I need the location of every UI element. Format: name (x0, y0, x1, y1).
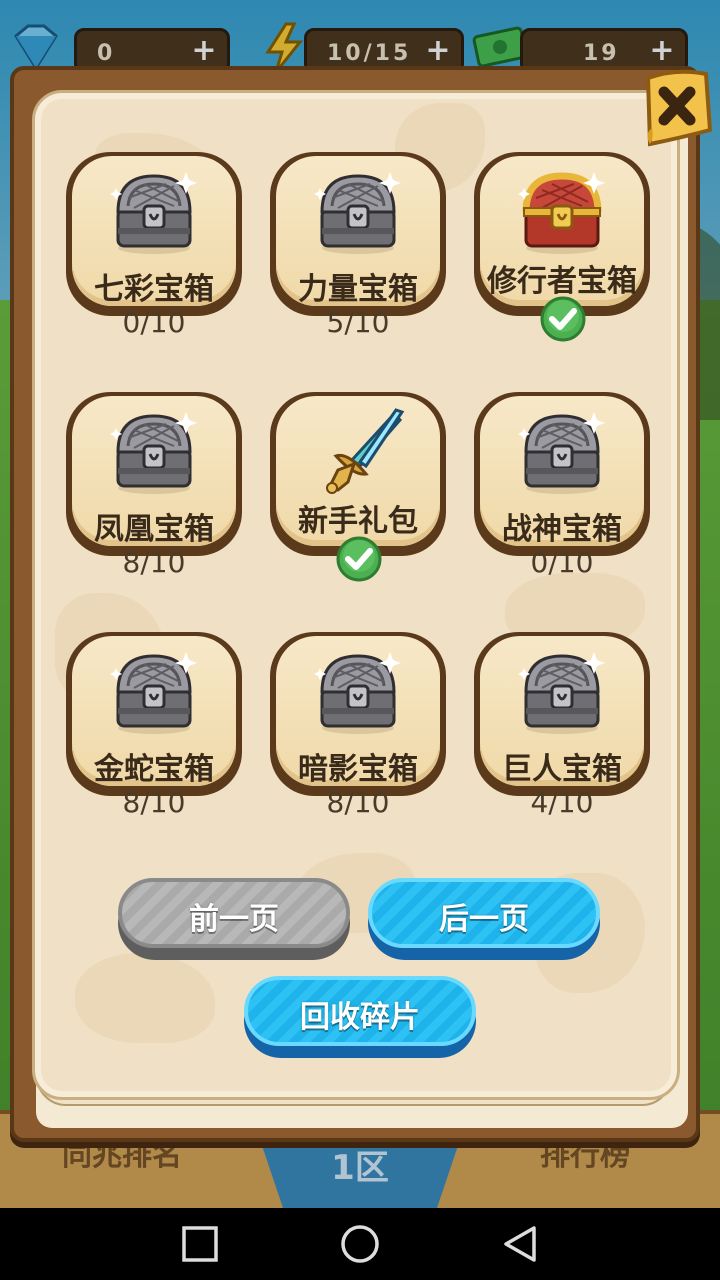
silver-chest-icon (308, 646, 408, 736)
silver-chest-icon (104, 166, 204, 256)
chest-tile[interactable]: 暗影宝箱 8/10 (270, 632, 446, 819)
chest-name: 暗影宝箱 (298, 752, 418, 787)
silver-chest-icon (104, 646, 204, 736)
chest-name: 凤凰宝箱 (94, 512, 214, 547)
chest-name: 战神宝箱 (502, 512, 622, 547)
chest-tile[interactable]: 七彩宝箱 0/10 (66, 152, 242, 339)
chest-progress: 0/10 (122, 306, 186, 339)
next-page-button[interactable]: 后一页 (368, 878, 600, 960)
chest-tile[interactable]: 力量宝箱 5/10 (270, 152, 446, 339)
chest-progress: 4/10 (530, 786, 594, 819)
claimed-check-icon (540, 296, 586, 342)
claimed-check-icon (336, 536, 382, 582)
close-button[interactable] (640, 68, 714, 148)
silver-chest-icon (308, 166, 408, 256)
chest-tile[interactable]: 战神宝箱 0/10 (474, 392, 650, 579)
chest-name: 巨人宝箱 (502, 752, 622, 787)
chest-name: 修行者宝箱 (487, 264, 637, 299)
chest-tile[interactable]: 凤凰宝箱 8/10 (66, 392, 242, 579)
parchment-stain (75, 953, 215, 1043)
home-icon[interactable] (340, 1224, 380, 1264)
silver-chest-icon (104, 406, 204, 496)
silver-chest-icon (512, 646, 612, 736)
prev-page-button[interactable]: 前一页 (118, 878, 350, 960)
chest-tile[interactable]: 金蛇宝箱 8/10 (66, 632, 242, 819)
back-icon[interactable] (500, 1224, 540, 1264)
recycle-fragments-button[interactable]: 回收碎片 (244, 976, 476, 1058)
chest-name: 力量宝箱 (298, 272, 418, 307)
prev-page-label: 前一页 (189, 902, 279, 937)
chest-progress: 8/10 (122, 786, 186, 819)
chest-tile[interactable]: 巨人宝箱 4/10 (474, 632, 650, 819)
chest-name: 七彩宝箱 (94, 272, 214, 307)
chest-name: 金蛇宝箱 (94, 752, 214, 787)
chest-tile[interactable]: 新手礼包 (270, 392, 446, 582)
silver-chest-icon (512, 406, 612, 496)
chest-tile[interactable]: 修行者宝箱 (474, 152, 650, 342)
chest-progress: 0/10 (530, 546, 594, 579)
recycle-fragments-label: 回收碎片 (300, 1000, 420, 1035)
sword-icon (308, 406, 408, 496)
gold-chest-icon (512, 166, 612, 256)
system-nav-bar (0, 1208, 720, 1280)
chest-progress: 5/10 (326, 306, 390, 339)
chest-name: 新手礼包 (298, 504, 418, 539)
chest-progress: 8/10 (326, 786, 390, 819)
chest-progress: 8/10 (122, 546, 186, 579)
next-page-label: 后一页 (439, 902, 529, 937)
recent-apps-icon[interactable] (180, 1224, 220, 1264)
